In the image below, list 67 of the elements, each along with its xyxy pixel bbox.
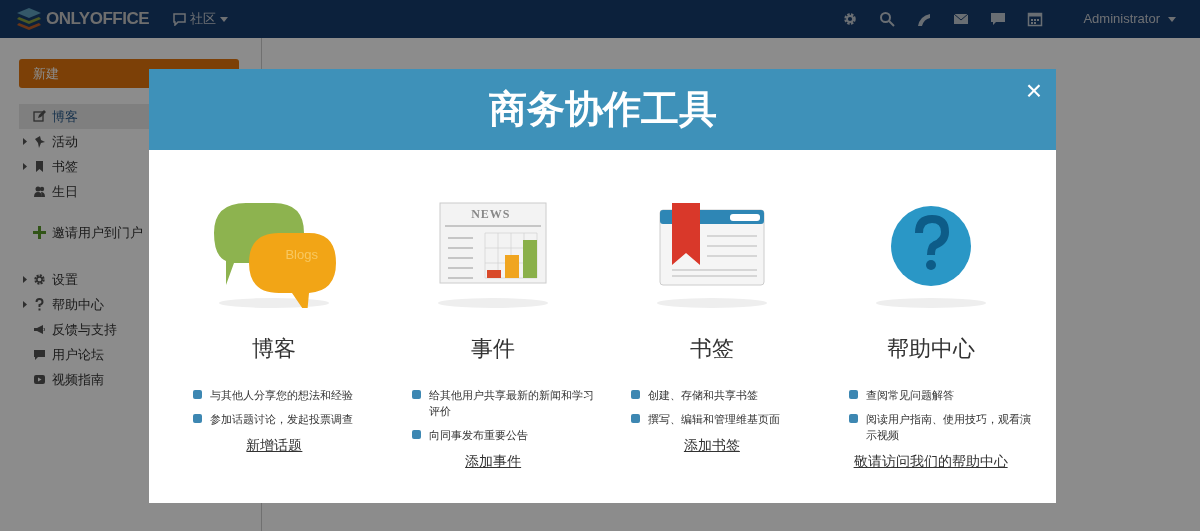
sidebar-item[interactable]: 书签 [19, 154, 239, 179]
feature-title: 帮助中心 [886, 335, 975, 363]
feature-bullet: 参加话题讨论，发起投票调查 [210, 412, 353, 427]
feature-bullet: 撰写、编辑和管理维基页面 [647, 412, 780, 427]
module-menu[interactable]: 社区 [173, 9, 228, 29]
expand-arrow-icon[interactable] [23, 163, 27, 170]
bullet-icon [849, 414, 859, 423]
feature-bullet: 给其他用户共享最新的新闻和学习评价 [428, 388, 595, 419]
logo-text: ONLYOFFICE [46, 8, 149, 31]
feature-link[interactable]: 添加书签 [683, 435, 740, 456]
feature-bullet: 阅读用户指南、使用技巧，观看演示视频 [866, 412, 1032, 443]
icon-caption: NEWS [471, 206, 511, 223]
feature-bullet: 向同事发布重要公告 [428, 428, 528, 443]
expand-arrow-icon[interactable] [23, 301, 27, 308]
newspaper-chart-icon [439, 202, 547, 284]
sidebar-item[interactable]: 用户论坛 [19, 342, 239, 367]
layers-logo-icon [16, 7, 42, 31]
bullet-icon [193, 414, 202, 423]
caret-icon [1168, 16, 1176, 22]
sidebar-item[interactable]: 生日 [19, 179, 239, 204]
settings-icon[interactable] [842, 11, 859, 27]
help-icon [33, 298, 46, 311]
sidebar-item[interactable]: 反馈与支持 [19, 317, 239, 342]
chat-bubble-icon[interactable] [990, 11, 1007, 27]
sidebar-item[interactable]: 活动 [19, 129, 239, 154]
settings-icon [33, 273, 46, 286]
caret-icon [220, 16, 228, 22]
bullet-icon [630, 390, 640, 399]
help-circle-icon [890, 206, 971, 286]
user-menu[interactable]: Administrator [1083, 9, 1176, 29]
megaphone-icon [33, 323, 46, 336]
expand-arrow-icon[interactable] [23, 138, 27, 145]
people-icon [33, 185, 46, 198]
bullet-icon [411, 430, 421, 439]
dialog-title: 商务协作工具 [488, 87, 717, 132]
feature-title: 书签 [689, 335, 734, 363]
feature-link[interactable]: 新增话题 [246, 435, 303, 456]
feature-bullet: 查阅常见问题解答 [866, 388, 955, 403]
feature-title: 博客 [252, 335, 297, 363]
feature-link[interactable]: 敬请访问我们的帮助中心 [853, 451, 1008, 472]
icon-caption: Blogs [285, 246, 318, 264]
plus-icon [33, 226, 46, 239]
feature-link[interactable]: 添加事件 [465, 451, 522, 472]
invite-link[interactable]: 邀请用户到门户 [19, 220, 239, 245]
calendar-icon[interactable] [1027, 11, 1044, 27]
speech-bubbles-icon [214, 203, 337, 308]
chat-icon [173, 12, 186, 26]
sidebar-item[interactable]: 设置 [19, 267, 239, 292]
edit-icon [33, 110, 46, 123]
sidebar-item[interactable]: 帮助中心 [19, 292, 239, 317]
pin-icon [33, 135, 46, 148]
bullet-icon [849, 390, 859, 399]
bullet-icon [193, 390, 202, 399]
forum-icon [33, 348, 46, 361]
browser-bookmark-icon [659, 203, 765, 286]
feature-title: 事件 [471, 335, 516, 363]
bullet-icon [411, 390, 421, 399]
search-icon[interactable] [879, 11, 896, 27]
mail-icon[interactable] [953, 11, 970, 27]
expand-arrow-icon[interactable] [23, 276, 27, 283]
feature-bullet: 创建、存储和共享书签 [647, 388, 758, 403]
feature-bullet: 与其他人分享您的想法和经验 [210, 388, 353, 403]
bookmark-icon [33, 160, 46, 173]
close-button[interactable]: × [1021, 75, 1046, 107]
video-icon [33, 373, 46, 386]
feed-icon[interactable] [916, 11, 933, 27]
bullet-icon [630, 414, 640, 423]
